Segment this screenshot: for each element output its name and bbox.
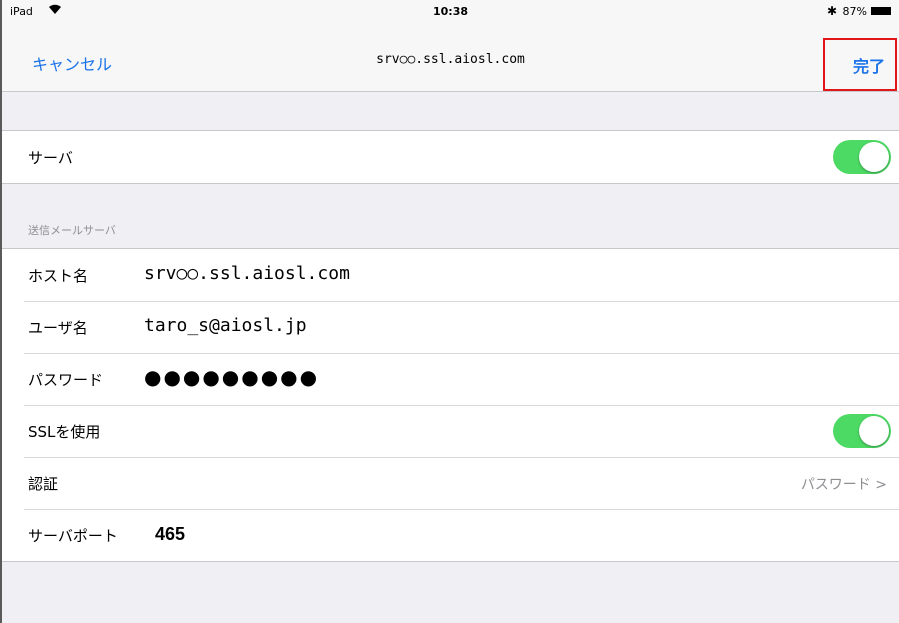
port-label: サーバポート [28,527,118,545]
done-button[interactable]: 完了 [853,53,885,77]
ssl-label: SSLを使用 [28,423,101,441]
battery-icon [871,7,891,15]
password-row[interactable]: パスワード ●●●●●●●●● [2,353,899,405]
server-label: サーバ [28,149,73,167]
password-field[interactable]: ●●●●●●●●● [144,365,319,389]
bluetooth-icon: ✱ [826,4,837,18]
auth-label: 認証 [28,475,59,493]
done-highlight-box: 完了 [823,38,897,91]
ssl-toggle[interactable] [833,414,891,448]
outgoing-server-section: ホスト名 srv○○.ssl.aiosl.com ユーザ名 taro_s@aio… [2,248,899,562]
password-label: パスワード [28,371,104,389]
user-row[interactable]: ユーザ名 taro_s@aiosl.jp [2,301,899,353]
outgoing-section-header: 送信メールサーバ [28,224,116,237]
host-label: ホスト名 [28,267,89,285]
server-toggle[interactable] [833,140,891,174]
user-field[interactable]: taro_s@aiosl.jp [144,315,307,336]
page-title: srv○○.ssl.aiosl.com [376,52,525,67]
ssl-row: SSLを使用 [2,405,899,457]
host-row[interactable]: ホスト名 srv○○.ssl.aiosl.com [2,249,899,301]
navigation-bar: キャンセル srv○○.ssl.aiosl.com 完了 [2,22,899,92]
port-row[interactable]: サーバポート 465 [2,509,899,561]
user-label: ユーザ名 [28,319,88,337]
port-field[interactable]: 465 [155,524,185,545]
server-section: サーバ [2,130,899,184]
status-bar: iPad 10:38 ✱ 87% [2,0,899,22]
status-time: 10:38 [432,5,468,18]
toggle-knob [859,142,889,172]
host-field[interactable]: srv○○.ssl.aiosl.com [144,263,350,284]
battery-percent: 87% [842,5,867,18]
auth-value[interactable]: パスワード > [801,474,887,494]
toggle-knob [859,416,889,446]
auth-row[interactable]: 認証 パスワード > [2,457,899,509]
server-row: サーバ [2,131,899,183]
